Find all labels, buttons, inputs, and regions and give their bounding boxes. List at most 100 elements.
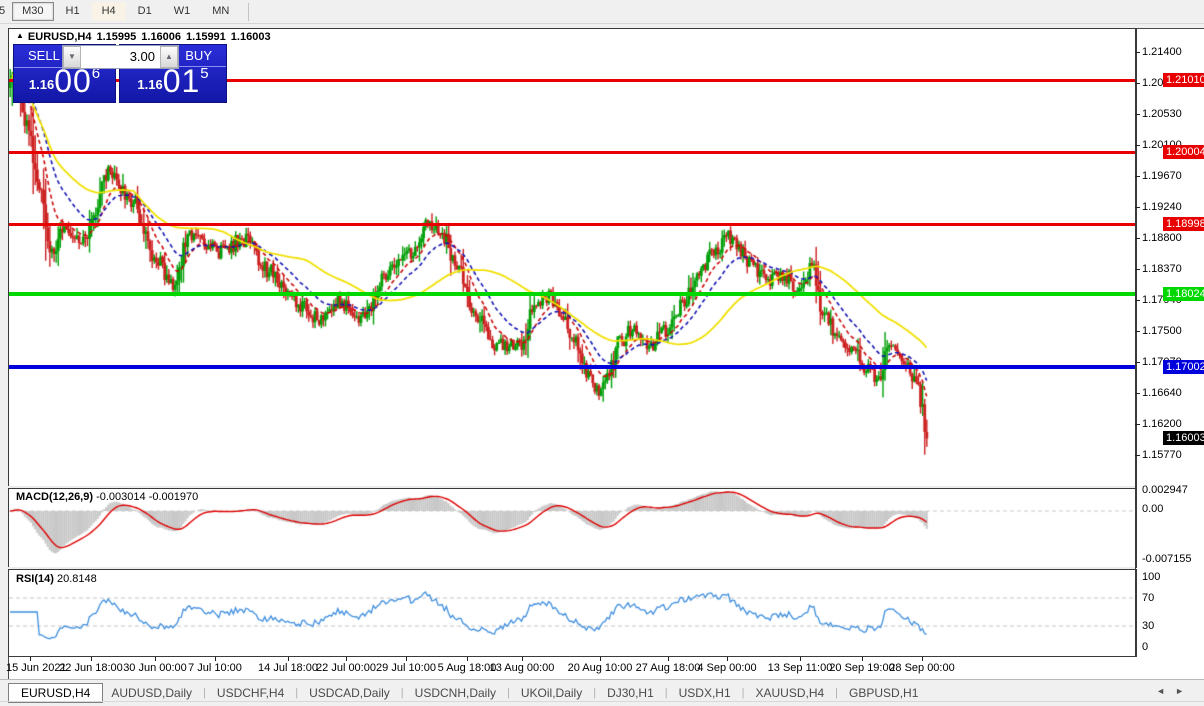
toolbar-timeframe-w1[interactable]: W1 [164, 2, 201, 21]
date-tick [522, 657, 523, 661]
date-tick [406, 657, 407, 661]
price-tick-label: 1.15770 [1142, 449, 1182, 461]
macd-values: -0.003014 -0.001970 [96, 491, 198, 503]
macd-label: MACD(12,26,9) -0.003014 -0.001970 [16, 491, 198, 503]
date-tick-label: 13 Aug 00:00 [490, 662, 555, 674]
price-tick-label: 1.18800 [1142, 232, 1182, 244]
tab-scroll-right-icon[interactable]: ► [1175, 686, 1194, 696]
price-tick [1135, 331, 1140, 332]
tab-dj30-h1[interactable]: DJ30,H1 [605, 684, 656, 702]
current-price-badge: 1.16003 [1163, 431, 1204, 445]
price-tick-label: 1.16640 [1142, 387, 1182, 399]
price-tick [1135, 238, 1140, 239]
timeframe-buttons: 5M30H1H4D1W1MN [0, 2, 240, 21]
tab-xauusd-h4[interactable]: XAUUSD,H4 [753, 684, 826, 702]
price-level-badge: 1.18998 [1163, 217, 1204, 231]
tab-usdchf-h4[interactable]: USDCHF,H4 [215, 684, 286, 702]
date-tick-label: 22 Jun 18:00 [59, 662, 123, 674]
volume-decrease-button[interactable]: ▼ [63, 46, 81, 68]
toolbar-timeframe-h4[interactable]: H4 [92, 2, 126, 21]
price-tick [1135, 393, 1140, 394]
toolbar-timeframe-mn[interactable]: MN [202, 2, 239, 21]
date-tick [600, 657, 601, 661]
tab-usdcad-daily[interactable]: USDCAD,Daily [307, 684, 392, 702]
rsi-scale-label: 0 [1142, 641, 1148, 653]
date-tick [862, 657, 863, 661]
pane-splitter[interactable] [8, 567, 1136, 569]
pane-splitter[interactable] [8, 486, 1136, 488]
rsi-label: RSI(14) 20.8148 [16, 573, 97, 585]
volume-increase-button[interactable]: ▲ [160, 46, 178, 68]
tabbar-divider [0, 701, 1204, 702]
price-tick-label: 1.19670 [1142, 170, 1182, 182]
date-tick [668, 657, 669, 661]
price-tick [1135, 207, 1140, 208]
date-tick [346, 657, 347, 661]
price-tick [1135, 52, 1140, 53]
tab-usdcnh-daily[interactable]: USDCNH,Daily [413, 684, 498, 702]
date-tick [922, 657, 923, 661]
horizontal-level-line-1.18024[interactable] [9, 292, 1135, 296]
mt4-workspace: 5M30H1H4D1W1MN 1.210101.200041.189981.18… [0, 0, 1204, 705]
date-tick [91, 657, 92, 661]
date-tick-label: 20 Sep 19:00 [829, 662, 894, 674]
date-tick-label: 4 Sep 00:00 [697, 662, 756, 674]
date-tick [800, 657, 801, 661]
date-tick-label: 5 Aug 18:00 [438, 662, 497, 674]
tab-eurusd-h4[interactable]: EURUSD,H4 [8, 683, 103, 703]
toolbar-separator [248, 3, 249, 21]
date-tick-label: 20 Aug 10:00 [568, 662, 633, 674]
horizontal-level-line-1.18998[interactable] [9, 223, 1135, 226]
price-tick-label: 1.18370 [1142, 263, 1182, 275]
date-tick-label: 14 Jul 18:00 [258, 662, 318, 674]
price-tick-label: 1.20530 [1142, 108, 1182, 120]
title-low: 1.15991 [186, 31, 226, 43]
volume-value[interactable]: 3.00 [81, 46, 160, 68]
tab-separator: | [295, 687, 298, 699]
price-axis-line [1135, 28, 1136, 656]
horizontal-level-line-1.20004[interactable] [9, 151, 1135, 154]
toolbar-timeframe-m30[interactable]: M30 [12, 2, 53, 21]
date-tick-label: 29 Jul 10:00 [376, 662, 436, 674]
macd-scale-label: 0.002947 [1142, 484, 1188, 496]
date-tick-label: 28 Sep 00:00 [889, 662, 954, 674]
chart-title: ▲EURUSD,H41.159951.160061.159911.16003 [16, 31, 276, 43]
tab-audusd-daily[interactable]: AUDUSD,Daily [109, 684, 194, 702]
tab-separator: | [203, 687, 206, 699]
price-tick [1135, 269, 1140, 270]
date-tick [30, 657, 31, 661]
rsi-value: 20.8148 [57, 573, 97, 585]
tab-separator: | [507, 687, 510, 699]
date-tick [288, 657, 289, 661]
price-tick-label: 1.17500 [1142, 325, 1182, 337]
title-marker-icon: ▲ [16, 31, 24, 40]
price-tick [1135, 114, 1140, 115]
tab-ukoil-daily[interactable]: UKOil,Daily [519, 684, 584, 702]
tab-scroll-left-icon[interactable]: ◄ [1156, 686, 1175, 696]
toolbar-timeframe-h1[interactable]: H1 [56, 2, 90, 21]
rsi-name: RSI(14) [16, 573, 54, 585]
horizontal-level-line-1.17002[interactable] [9, 365, 1135, 369]
date-tick [155, 657, 156, 661]
toolbar-timeframe-d1[interactable]: D1 [128, 2, 162, 21]
macd-scale-label: 0.00 [1142, 503, 1163, 515]
price-tick [1135, 83, 1140, 84]
date-tick [215, 657, 216, 661]
title-open: 1.15995 [97, 31, 137, 43]
toolbar-timeframe-5[interactable]: 5 [0, 2, 10, 21]
tab-separator: | [401, 687, 404, 699]
buy-price-prefix: 1.16 [137, 77, 162, 92]
chart-tabs: EURUSD,H4 AUDUSD,Daily | USDCHF,H4 | USDCAD,D… [8, 682, 920, 703]
date-tick-label: 7 Jul 10:00 [188, 662, 242, 674]
tab-separator: | [665, 687, 668, 699]
tab-usdx-h1[interactable]: USDX,H1 [677, 684, 733, 702]
tab-gbpusd-h1[interactable]: GBPUSD,H1 [847, 684, 920, 702]
tab-separator: | [742, 687, 745, 699]
price-tick [1135, 300, 1140, 301]
price-tick-label: 1.21400 [1142, 46, 1182, 58]
title-close: 1.16003 [231, 31, 271, 43]
rsi-canvas[interactable] [9, 570, 1134, 654]
title-symbol: EURUSD,H4 [28, 31, 92, 43]
price-tick [1135, 424, 1140, 425]
tab-separator: | [593, 687, 596, 699]
